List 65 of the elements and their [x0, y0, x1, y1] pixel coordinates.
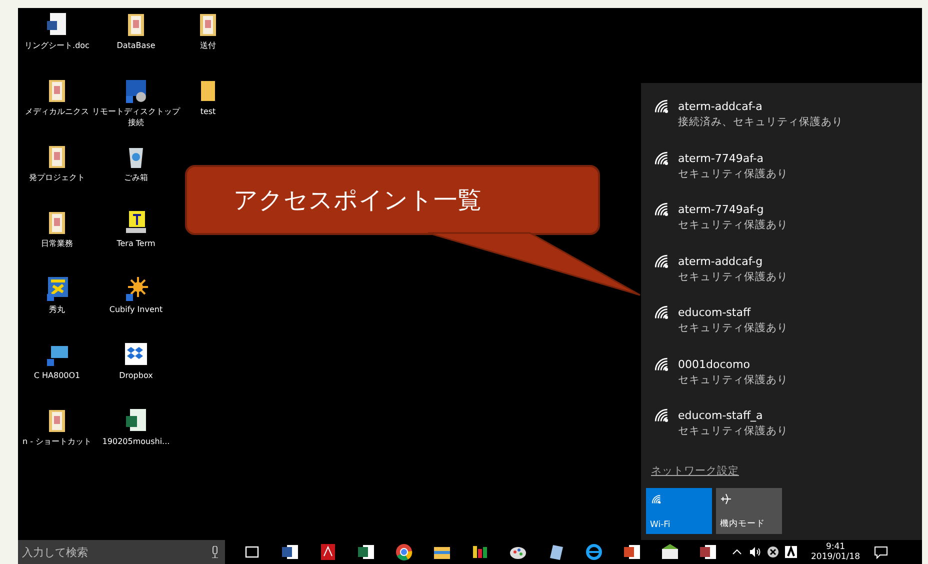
icon-label: 秀丸 — [49, 305, 65, 316]
mail-icon[interactable] — [661, 543, 679, 561]
network-name[interactable]: 0001docomo — [678, 358, 788, 370]
microphone-icon[interactable] — [211, 546, 219, 558]
wifi-icon — [652, 97, 670, 115]
network-status: セキュリティ保護あり — [678, 321, 788, 335]
network-name[interactable]: aterm-addcaf-a — [678, 100, 843, 113]
sun-icon — [124, 276, 148, 302]
boxes-icon — [124, 342, 148, 368]
network-name[interactable]: educom-staff_a — [678, 409, 788, 422]
icon-label: Dropbox — [119, 371, 153, 382]
airplane-icon — [720, 492, 732, 504]
wifi-icon — [650, 492, 662, 504]
app-icon — [45, 276, 69, 302]
network-status: セキュリティ保護あり — [678, 372, 788, 386]
icon-label: Cubify Invent — [109, 305, 163, 316]
icon-label: 送付 — [200, 41, 216, 52]
ftp-icon[interactable] — [471, 543, 489, 561]
database-icon[interactable] — [699, 543, 717, 561]
network-status: 接続済み、セキュリティ保護あり — [678, 115, 843, 129]
spreadsheet-icon[interactable] — [357, 543, 375, 561]
remote-desktop-icon — [124, 78, 148, 104]
clock-date: 2019/01/18 — [811, 552, 860, 562]
clock-time: 9:41 — [826, 542, 846, 552]
globe-icon[interactable] — [585, 543, 603, 561]
icon-label: C HA800O1 — [34, 371, 80, 382]
network-status: セキュリティ保護あり — [678, 218, 788, 232]
icon-label: DataBase — [116, 41, 156, 52]
icon-label: test — [200, 107, 216, 118]
icon-label: n - ショートカット — [22, 437, 92, 448]
network-status: セキュリティ保護あり — [678, 166, 788, 180]
browser-icon[interactable] — [395, 543, 413, 561]
close-circle-icon[interactable] — [767, 546, 779, 558]
terminal-icon — [124, 210, 148, 236]
icon-label: ごみ箱 — [124, 173, 148, 184]
icon-label: メディカルニクス — [25, 107, 89, 118]
volume-icon[interactable] — [749, 546, 761, 558]
slides-icon[interactable] — [623, 543, 641, 561]
network-status: セキュリティ保護あり — [678, 270, 788, 284]
wifi-icon — [652, 406, 670, 424]
network-name[interactable]: aterm-7749af-a — [678, 152, 788, 164]
callout-text: アクセスポイント一覧 — [234, 185, 482, 216]
notebook-icon[interactable] — [547, 543, 565, 561]
wifi-icon — [652, 303, 670, 321]
icon-label: 190205moushi... — [102, 437, 170, 448]
network-name[interactable]: aterm-7749af-g — [678, 203, 788, 216]
document-icon — [45, 12, 69, 38]
spreadsheet-icon — [124, 408, 148, 434]
app-icon[interactable] — [785, 546, 797, 558]
notification-icon[interactable] — [874, 545, 888, 559]
search-bar[interactable]: 入力して検索 — [18, 540, 225, 564]
document-icon[interactable] — [281, 543, 299, 561]
network-status: セキュリティ保護あり — [678, 424, 788, 438]
icon-label: 発プロジェクト — [29, 173, 85, 184]
wifi-toggle[interactable]: Wi-Fi — [646, 488, 712, 534]
icon-label: リモートディスクトップ接続 — [91, 107, 181, 129]
network-name[interactable]: aterm-addcaf-g — [678, 254, 788, 268]
network-settings-link[interactable]: ネットワーク設定 — [651, 464, 739, 478]
airplane-mode-toggle[interactable]: 機内モード — [716, 488, 782, 534]
pdf-icon[interactable] — [319, 543, 337, 561]
icon-label: リングシート.doc — [24, 41, 90, 52]
wifi-icon — [652, 200, 670, 218]
icon-label: 日常業務 — [41, 239, 73, 250]
icon-label: Tera Term — [116, 239, 156, 250]
network-name[interactable]: educom-staff — [678, 306, 788, 319]
